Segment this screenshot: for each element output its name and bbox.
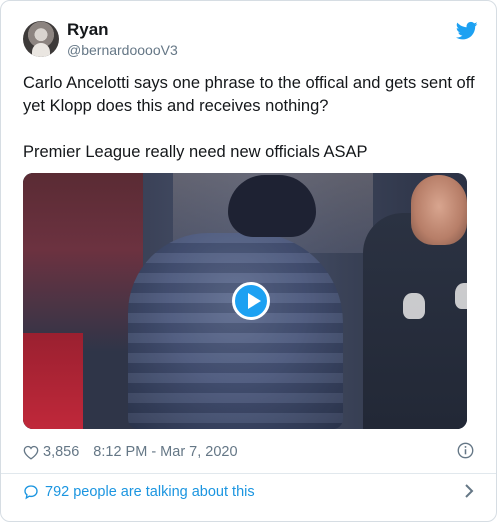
avatar[interactable]	[23, 21, 59, 57]
conversation-link[interactable]: 792 people are talking about this	[23, 481, 478, 503]
info-icon[interactable]	[457, 442, 474, 459]
video-red-kit	[23, 333, 83, 429]
club-crest	[403, 293, 425, 319]
conversation-text: 792 people are talking about this	[45, 484, 255, 500]
tweet-meta: 3,856 8:12 PM - Mar 7, 2020	[23, 442, 238, 462]
divider	[1, 473, 496, 474]
chevron-right-icon[interactable]	[464, 483, 474, 499]
video-person-jacket	[128, 233, 343, 429]
like-count[interactable]: 3,856	[43, 444, 79, 460]
tweet-line: Carlo Ancelotti says one phrase to the o…	[23, 74, 475, 115]
tweet-card[interactable]: Ryan @bernardooooV3 Carlo Ancelotti says…	[0, 0, 497, 522]
club-crest	[455, 283, 467, 309]
tweet-header: Ryan @bernardooooV3	[23, 19, 478, 59]
play-icon[interactable]	[232, 282, 270, 320]
tweet-text: Carlo Ancelotti says one phrase to the o…	[23, 72, 478, 164]
twitter-bird-icon[interactable]	[456, 21, 478, 41]
user-name[interactable]: Ryan	[67, 20, 109, 40]
tweet-line: Premier League really need new officials…	[23, 143, 368, 161]
user-handle[interactable]: @bernardooooV3	[67, 42, 178, 58]
video-person-right	[363, 213, 467, 429]
heart-icon[interactable]	[23, 445, 39, 460]
video-person-cap	[228, 175, 316, 237]
video-face-right	[411, 175, 467, 245]
timestamp[interactable]: 8:12 PM - Mar 7, 2020	[93, 444, 237, 460]
speech-bubble-icon	[24, 485, 38, 500]
video-thumbnail[interactable]	[23, 173, 467, 429]
